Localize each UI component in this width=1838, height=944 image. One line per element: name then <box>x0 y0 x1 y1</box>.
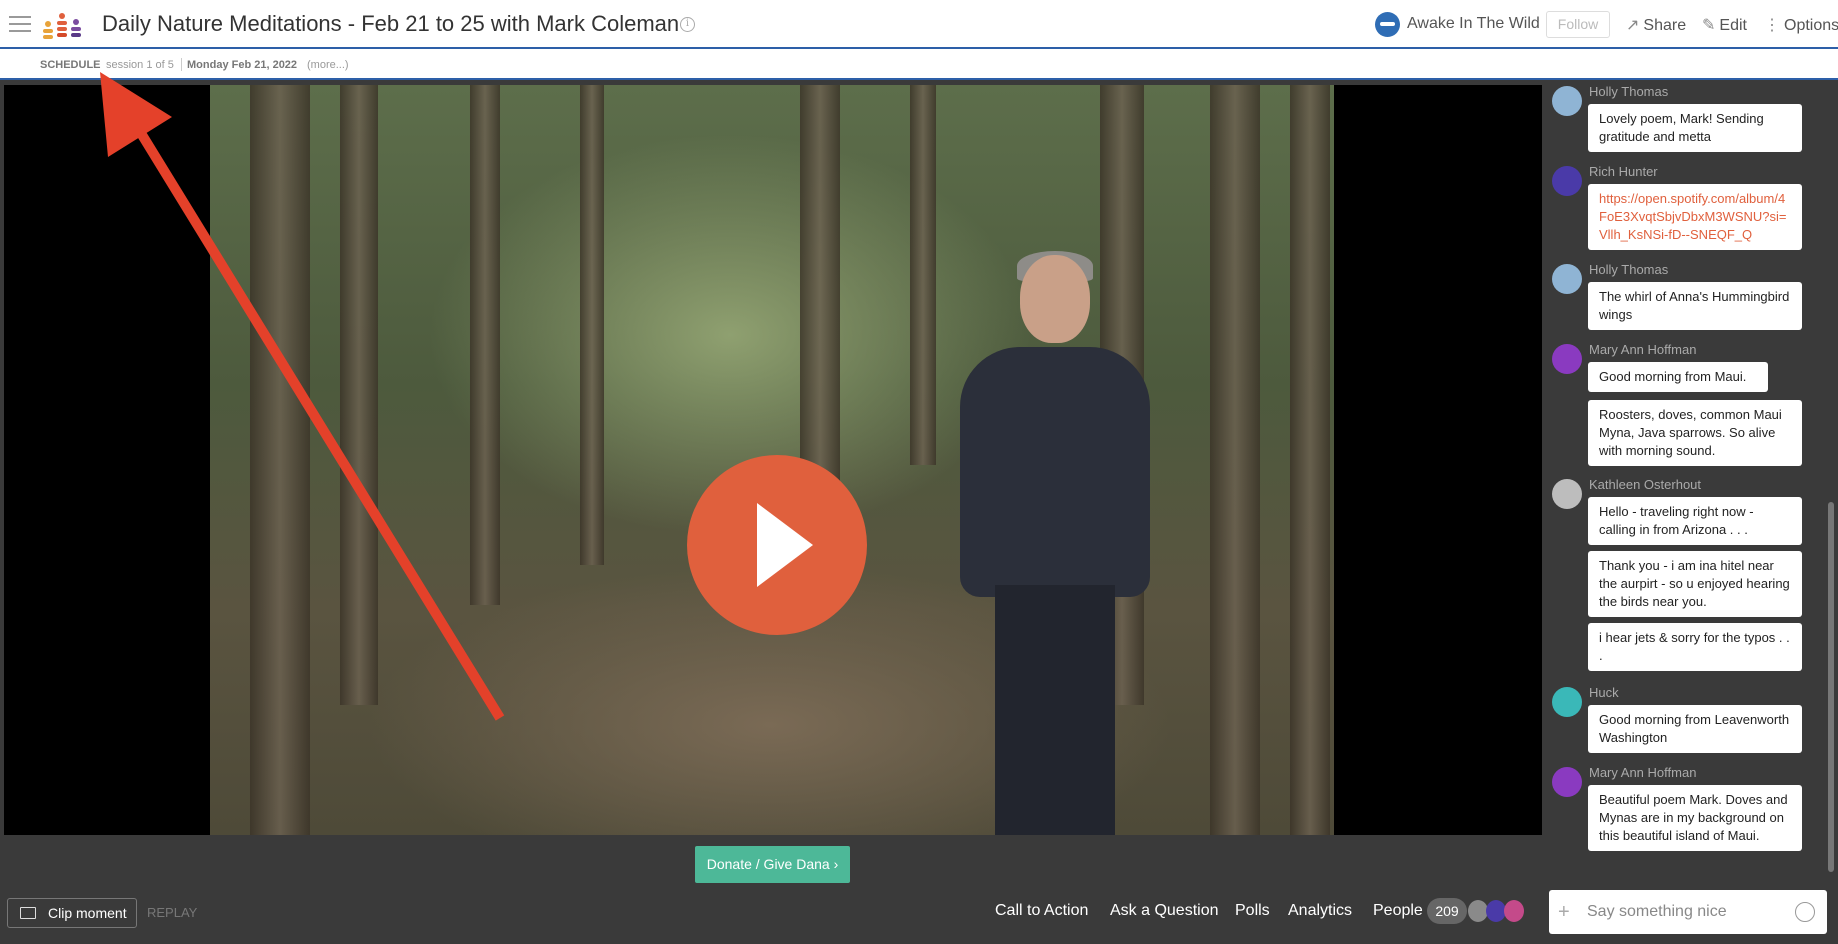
page-title: Daily Nature Meditations - Feb 21 to 25 … <box>102 11 680 36</box>
schedule-link[interactable]: SCHEDULE <box>40 59 101 71</box>
user-avatar <box>1552 86 1582 116</box>
chat-username: Holly Thomas <box>1589 262 1669 277</box>
clapperboard-icon <box>20 907 36 919</box>
replay-label: REPLAY <box>147 905 198 920</box>
chat-username: Rich Hunter <box>1589 164 1658 179</box>
chat-bubble: Hello - traveling right now - calling in… <box>1588 497 1802 545</box>
options-button[interactable]: ⋮ Options <box>1764 15 1838 35</box>
chat-input-box[interactable]: + Say something nice <box>1549 890 1827 934</box>
info-icon[interactable]: i <box>680 17 695 32</box>
menu-icon[interactable] <box>9 16 31 32</box>
chat-bubble: Good morning from Leavenworth Washington <box>1588 705 1802 753</box>
tab-polls[interactable]: Polls <box>1235 902 1270 920</box>
session-counter: session 1 of 5 <box>106 59 174 71</box>
edit-label: Edit <box>1719 17 1747 34</box>
chat-bubble: Beautiful poem Mark. Doves and Mynas are… <box>1588 785 1802 851</box>
chat-bubble: Good morning from Maui. <box>1588 362 1768 392</box>
share-label: Share <box>1643 17 1687 34</box>
channel-avatar[interactable] <box>1375 12 1400 37</box>
donate-button[interactable]: Donate / Give Dana › <box>695 846 850 883</box>
chat-username: Kathleen Osterhout <box>1589 477 1702 492</box>
session-date: Monday Feb 21, 2022 <box>187 59 298 71</box>
tab-analytics[interactable]: Analytics <box>1288 902 1352 920</box>
chat-username: Mary Ann Hoffman <box>1589 765 1697 780</box>
more-link[interactable]: (more...) <box>307 59 349 71</box>
speaker-figure <box>955 251 1155 835</box>
video-player[interactable] <box>4 85 1542 835</box>
people-count-badge: 209 <box>1427 898 1467 924</box>
clip-label: Clip moment <box>48 905 127 921</box>
chat-bubble: Lovely poem, Mark! Sending gratitude and… <box>1588 104 1802 152</box>
user-avatar <box>1552 264 1582 294</box>
share-icon: ↗ <box>1626 17 1640 34</box>
user-avatar <box>1552 767 1582 797</box>
top-header: Daily Nature Meditations - Feb 21 to 25 … <box>0 0 1838 49</box>
options-label: Options <box>1784 17 1838 34</box>
emoji-icon[interactable] <box>1795 902 1815 922</box>
app-logo[interactable] <box>40 12 86 40</box>
tab-call-to-action[interactable]: Call to Action <box>995 902 1088 920</box>
user-avatar <box>1552 344 1582 374</box>
pencil-icon: ✎ <box>1702 17 1716 34</box>
tab-ask-a-question[interactable]: Ask a Question <box>1110 902 1219 920</box>
play-button[interactable] <box>687 455 867 635</box>
chat-bubble: i hear jets & sorry for the typos . . . <box>1588 623 1802 671</box>
viewer-avatar <box>1504 900 1524 922</box>
user-avatar <box>1552 687 1582 717</box>
viewer-avatar <box>1486 900 1506 922</box>
chat-input-placeholder[interactable]: Say something nice <box>1587 903 1727 921</box>
chat-bubble: Roosters, doves, common Maui Myna, Java … <box>1588 400 1802 466</box>
schedule-bar: SCHEDULE session 1 of 5 Monday Feb 21, 2… <box>0 49 1838 80</box>
user-avatar <box>1552 479 1582 509</box>
chat-panel: Holly Thomas Lovely poem, Mark! Sending … <box>1542 82 1838 882</box>
channel-name[interactable]: Awake In The Wild <box>1407 15 1540 33</box>
chat-bubble: The whirl of Anna's Hummingbird wings <box>1588 282 1802 330</box>
chat-scrollbar[interactable] <box>1828 502 1834 872</box>
edit-button[interactable]: ✎ Edit <box>1702 15 1747 35</box>
follow-button[interactable]: Follow <box>1546 11 1610 38</box>
kebab-icon: ⋮ <box>1764 17 1780 34</box>
chat-bubble-link[interactable]: https://open.spotify.com/album/4FoE3Xvqt… <box>1588 184 1802 250</box>
user-avatar <box>1552 166 1582 196</box>
chat-bubble: Thank you - i am ina hitel near the aurp… <box>1588 551 1802 617</box>
chat-username: Mary Ann Hoffman <box>1589 342 1697 357</box>
divider <box>181 58 182 71</box>
share-button[interactable]: ↗ Share <box>1626 15 1686 35</box>
chat-username: Huck <box>1589 685 1619 700</box>
chat-username: Holly Thomas <box>1589 84 1669 99</box>
tab-people[interactable]: People <box>1373 902 1423 920</box>
plus-icon[interactable]: + <box>1558 901 1570 924</box>
viewer-avatar <box>1468 900 1488 922</box>
clip-moment-button[interactable]: Clip moment <box>7 898 137 928</box>
